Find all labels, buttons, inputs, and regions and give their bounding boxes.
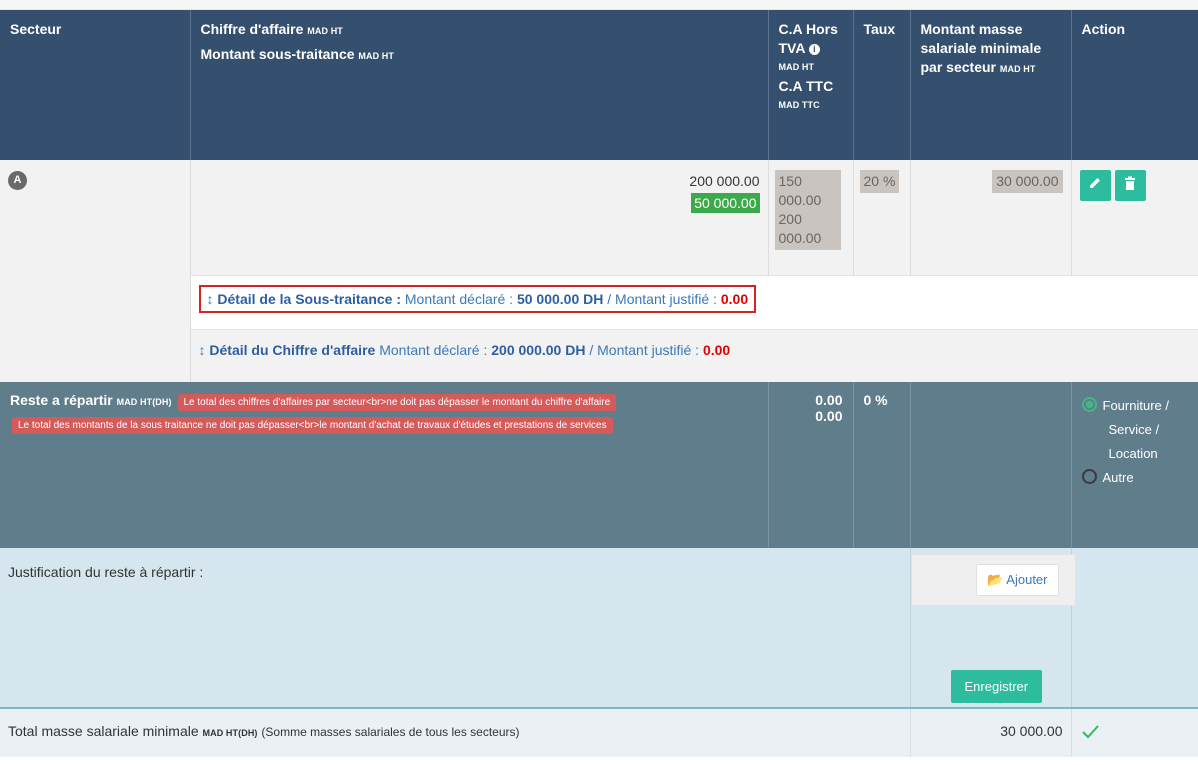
total-note: (Somme masses salariales de tous les sec…	[261, 725, 520, 739]
top-bar	[0, 0, 1198, 10]
reste-value-1: 0.00	[815, 392, 843, 408]
sector-badge: A	[8, 171, 27, 190]
table-row: A 200 000.00 50 000.00 150 000.00 200 00…	[0, 160, 1198, 382]
expand-icon: ↕	[206, 290, 214, 307]
ca-hors-tva-value: 150 000.00	[778, 173, 822, 208]
reste-label: Reste a répartir	[10, 392, 113, 408]
radio-fourniture-line2: Service /	[1108, 422, 1160, 437]
error-badge-ca: Le total des chiffres d'affaires par sec…	[177, 394, 617, 411]
add-file-button[interactable]: 📂 Ajouter	[976, 564, 1059, 596]
total-value: 30 000.00	[1000, 723, 1063, 739]
justification-row: Justification du reste à répartir : 📂 Aj…	[0, 548, 1198, 708]
trash-icon	[1125, 176, 1135, 190]
ca-detail-link[interactable]: ↕ Détail du Chiffre d'affaire Montant dé…	[199, 342, 731, 358]
folder-icon: 📂	[987, 572, 1004, 587]
header-secteur: Secteur	[0, 10, 191, 160]
header-action: Action	[1071, 10, 1198, 160]
header-ca: Chiffre d'affaire MAD HT Montant sous-tr…	[190, 10, 769, 160]
reste-row: Reste a répartir MAD HT(DH) Le total des…	[0, 382, 1198, 548]
radio-selected-icon	[1081, 397, 1097, 412]
delete-button[interactable]	[1114, 170, 1146, 201]
sector-table: Secteur Chiffre d'affaire MAD HT Montant…	[0, 10, 1198, 757]
ca-ttc-value: 200 000.00	[778, 211, 822, 246]
radio-autre[interactable]: Autre	[1081, 466, 1188, 490]
upload-area[interactable]: 📂 Ajouter	[910, 554, 1076, 606]
header-taux: Taux	[853, 10, 911, 160]
st-value: 50 000.00	[691, 193, 760, 213]
save-button[interactable]: Enregistrer	[950, 670, 1043, 703]
ca-value: 200 000.00	[689, 173, 760, 189]
radio-unselected-icon	[1081, 469, 1097, 484]
justification-label: Justification du reste à répartir :	[8, 564, 204, 580]
reste-unit: MAD HT(DH)	[116, 397, 172, 407]
info-icon[interactable]: i	[808, 44, 820, 55]
masse-value: 30 000.00	[992, 170, 1063, 193]
radio-fourniture-line3: Location	[1108, 446, 1158, 461]
expand-icon: ↕	[198, 341, 206, 358]
header-ca-hors-tva: C.A Hors TVA i MAD HT C.A TTC MAD TTC	[768, 10, 854, 160]
total-unit: MAD HT(DH)	[202, 728, 258, 738]
error-badge-st: Le total des montants de la sous traitan…	[12, 417, 613, 434]
taux-value: 20 %	[859, 170, 900, 193]
reste-value-2: 0.00	[815, 408, 843, 424]
header-masse: Montant masse salariale minimale par sec…	[910, 10, 1072, 160]
total-label: Total masse salariale minimale	[8, 723, 199, 739]
pencil-icon	[1090, 178, 1100, 188]
total-row: Total masse salariale minimale MAD HT(DH…	[0, 707, 1198, 757]
reste-taux: 0 %	[863, 392, 888, 408]
check-icon	[1081, 725, 1099, 739]
radio-fourniture[interactable]: Fourniture /	[1081, 394, 1188, 418]
edit-button[interactable]	[1079, 170, 1111, 201]
table-header: Secteur Chiffre d'affaire MAD HT Montant…	[0, 10, 1198, 160]
st-detail-link[interactable]: ↕ Détail de la Sous-traitance : Montant …	[198, 284, 757, 313]
